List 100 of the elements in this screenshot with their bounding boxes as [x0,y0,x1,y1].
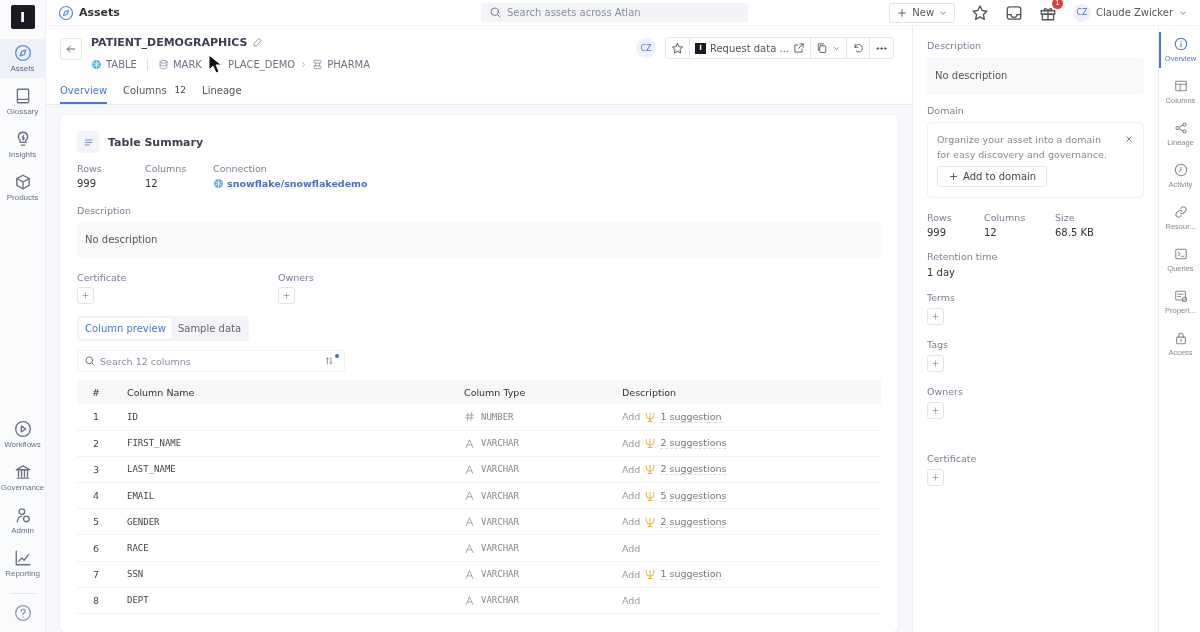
suggestion-link[interactable]: 5 suggestions [660,489,727,502]
add-to-domain-button[interactable]: Add to domain [937,166,1048,187]
column-type: VARCHAR [481,516,519,527]
link-icon [1173,205,1188,219]
clock-icon [1173,163,1188,177]
trident-icon [644,463,657,476]
back-arrow-icon [65,43,77,55]
suggestion-link[interactable]: 2 suggestions [660,437,727,450]
table-cell: GENDER [115,508,452,535]
table-icon [1173,79,1188,93]
add-link[interactable]: Add [622,411,641,423]
add-link[interactable]: Add [622,490,641,502]
toggle-option[interactable]: Column preview [79,318,172,339]
description-field[interactable]: No description [77,222,881,258]
nav-item[interactable]: Reporting [0,544,46,583]
table-cell: LAST_NAME [115,456,452,483]
domain-hint: Organize your asset into a domain for easy discovery and governance. [937,133,1108,162]
letter-a-icon [464,463,475,475]
column-header: Column Type [452,380,610,404]
table-cell: RACE [115,534,452,562]
suggestion-link[interactable]: 2 suggestions [660,463,727,476]
add-link[interactable]: Add [622,463,641,475]
add-button[interactable] [927,469,944,486]
help-button[interactable] [13,604,32,622]
back-button[interactable] [60,38,82,60]
inbox-icon [1005,3,1024,22]
breadcrumb-text[interactable]: PLACE_DEMO [227,58,296,70]
sort-icon [324,355,335,366]
add-button[interactable] [927,355,944,372]
field-label: Tags [927,339,950,350]
table-cell: 5 [77,508,115,535]
nav-item[interactable]: Workflows [0,415,46,454]
snowflake-icon [91,58,102,70]
tab[interactable]: Lineage [202,81,242,104]
breadcrumb-link[interactable]: PHARMA [327,58,371,70]
nav-item[interactable]: Glossary [0,82,46,121]
lock-icon [1173,331,1188,345]
stat-label: Rows [77,163,103,174]
card-title: Table Summary [108,135,204,149]
nav-item[interactable]: Assets [0,39,46,78]
add-button[interactable] [77,287,94,304]
add-button[interactable] [278,287,295,304]
plus-icon [931,359,940,368]
close-button[interactable] [1124,134,1134,144]
add-link[interactable]: Add [622,437,641,449]
terminal-icon [1173,247,1188,261]
user-menu[interactable]: CZ Claude Zwicker [1073,3,1188,22]
building-icon [13,463,32,481]
asset-title: PATIENT_DEMOGRAPHICS [91,36,248,49]
nav-item[interactable]: Products [0,168,46,207]
stat-label: Size [1055,212,1076,223]
plus-icon [81,291,90,300]
add-button[interactable] [927,308,944,325]
column-header: # [77,380,115,404]
search-field[interactable]: Search 12 columns [77,350,345,372]
column-type: NUMBER [481,411,514,422]
stat-label: Connection [213,163,268,174]
add-link[interactable]: Add [622,568,641,580]
nav-item[interactable]: Admin [0,501,46,540]
tab[interactable]: Columns 12 [123,81,187,104]
new-button[interactable]: New [889,2,956,23]
search-field[interactable]: Search assets across Atlan [481,3,748,22]
page-title: Assets [79,6,120,19]
plus-icon [896,6,909,19]
suggestion-link[interactable]: 1 suggestion [660,410,722,423]
add-link[interactable]: Add [622,594,641,606]
letter-a-icon [464,516,475,528]
tab[interactable]: Overview [60,81,108,104]
toggle-option[interactable]: Sample data [171,318,248,339]
suggestion-link[interactable]: 2 suggestions [660,515,727,528]
line-chart-icon [13,549,32,567]
table-cell: ID [115,404,452,431]
add-link[interactable]: Add [622,542,641,554]
field-label: Terms [927,292,956,303]
add-link[interactable]: Add [622,516,641,528]
edit-button[interactable] [251,37,263,48]
nav-item[interactable]: Insights [0,125,46,164]
field-label: Retention time [927,251,999,262]
table-cell: 4 [77,482,115,509]
suggestion-link[interactable]: 1 suggestion [660,568,722,581]
properties-icon [1173,289,1188,303]
connection-link[interactable]: snowflake/snowflakedemo [213,178,368,189]
letter-a-icon [464,542,475,554]
table-cell: 8 [77,587,115,614]
nav-item[interactable]: Governance [0,458,46,497]
inbox-button[interactable] [1005,3,1024,22]
description-field[interactable]: No description [927,57,1144,95]
stat-label: Rows [927,212,953,223]
column-type: VARCHAR [481,595,519,606]
stat-value: 999 [77,178,98,189]
breadcrumb-text[interactable]: MARK [172,58,202,70]
field-label: Description [927,40,983,51]
star-button[interactable] [971,3,990,22]
column-type: VARCHAR [481,543,519,554]
trident-icon [644,515,657,528]
field-value: 1 day [927,267,956,278]
app-logo[interactable]: I [10,5,35,29]
add-button[interactable] [927,402,944,419]
stat-value: 999 [927,227,948,238]
stat-value: 12 [984,227,998,238]
